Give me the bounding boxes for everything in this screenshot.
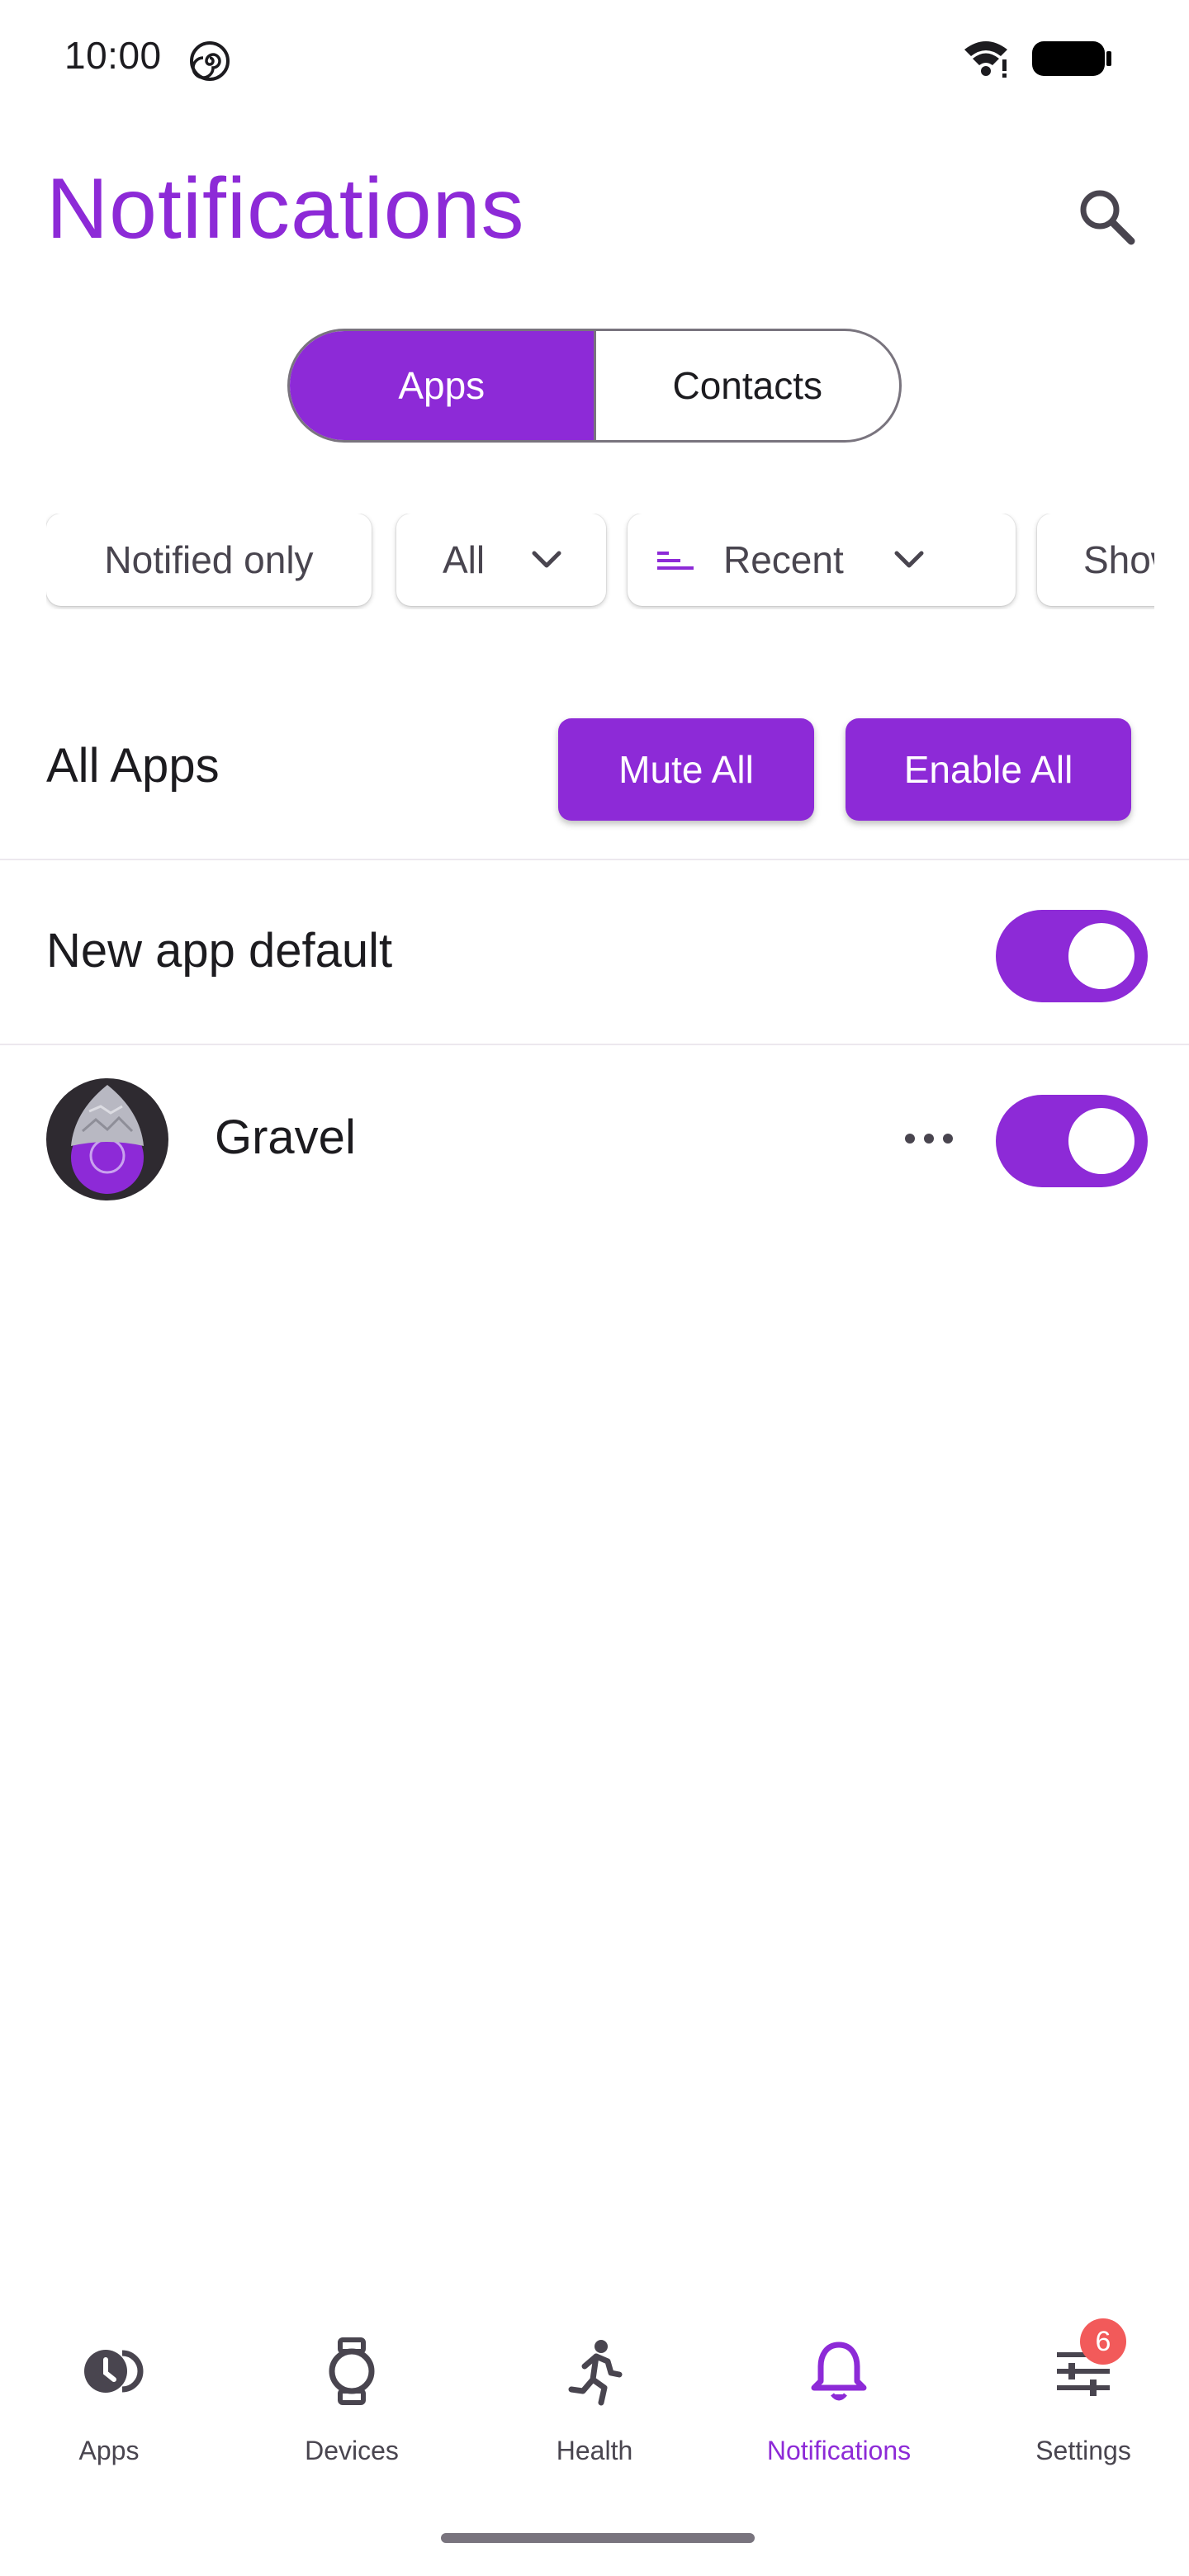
settings-icon-wrapper: 6 bbox=[1049, 2318, 1126, 2406]
new-app-default-toggle[interactable] bbox=[996, 910, 1148, 1002]
running-icon bbox=[568, 2340, 623, 2406]
toggle-knob bbox=[1068, 1108, 1135, 1174]
watch-icon bbox=[329, 2337, 375, 2405]
nav-item-notifications[interactable]: Notifications bbox=[732, 2328, 946, 2493]
nav-item-settings[interactable]: 6 Settings bbox=[976, 2318, 1189, 2493]
all-filter-dropdown[interactable]: All bbox=[396, 514, 606, 606]
segment-contacts[interactable]: Contacts bbox=[596, 331, 900, 440]
apps-contacts-segmented-control: Apps Contacts bbox=[287, 329, 902, 443]
app-name: Gravel bbox=[215, 1110, 356, 1164]
nav-label-settings: Settings bbox=[1035, 2436, 1131, 2465]
status-time: 10:00 bbox=[64, 34, 162, 77]
settings-badge: 6 bbox=[1080, 2318, 1126, 2365]
nav-label-health: Health bbox=[556, 2436, 633, 2465]
gravel-notifications-toggle[interactable] bbox=[996, 1095, 1148, 1187]
notified-only-chip[interactable]: Notified only bbox=[46, 514, 372, 606]
all-filter-label: All bbox=[443, 538, 486, 581]
nav-label-devices: Devices bbox=[305, 2436, 399, 2465]
more-options-icon[interactable] bbox=[900, 1118, 958, 1159]
new-app-default-label: New app default bbox=[46, 924, 393, 978]
tinfoil-hat-icon bbox=[71, 1085, 144, 1194]
battery-icon bbox=[1032, 41, 1111, 76]
bell-icon bbox=[811, 2342, 867, 2401]
all-apps-label: All Apps bbox=[46, 739, 220, 793]
home-indicator[interactable] bbox=[441, 2533, 755, 2543]
nav-label-notifications: Notifications bbox=[766, 2436, 912, 2465]
segment-apps[interactable]: Apps bbox=[290, 331, 596, 440]
chevron-down-icon bbox=[894, 551, 924, 568]
chevron-down-icon bbox=[532, 551, 561, 568]
notified-only-label: Notified only bbox=[104, 538, 314, 581]
divider bbox=[0, 1044, 1189, 1045]
search-icon[interactable] bbox=[1072, 182, 1143, 253]
gravel-app-avatar bbox=[46, 1078, 168, 1200]
enable-all-button[interactable]: Enable All bbox=[846, 718, 1131, 821]
sort-dropdown[interactable]: Recent bbox=[628, 514, 1016, 606]
apps-icon bbox=[84, 2350, 144, 2393]
bottom-navigation: Apps Devices Health Notifications 6 Sett… bbox=[0, 2318, 1189, 2493]
wifi-icon bbox=[964, 41, 1007, 78]
spiral-app-icon bbox=[190, 41, 230, 81]
sort-icon bbox=[657, 552, 694, 570]
toggle-knob bbox=[1068, 923, 1135, 989]
page-title: Notifications bbox=[46, 161, 525, 257]
nav-item-health[interactable]: Health bbox=[487, 2328, 702, 2493]
show-filter-chip[interactable]: Show s bbox=[1037, 514, 1154, 606]
nav-item-apps[interactable]: Apps bbox=[2, 2328, 216, 2493]
filter-chips-row: Notified only All Recent Show s bbox=[46, 514, 1154, 609]
sort-label: Recent bbox=[723, 538, 844, 581]
show-filter-label: Show s bbox=[1083, 538, 1154, 581]
nav-item-devices[interactable]: Devices bbox=[244, 2328, 459, 2493]
mute-all-button[interactable]: Mute All bbox=[558, 718, 814, 821]
nav-label-apps: Apps bbox=[78, 2436, 140, 2465]
divider bbox=[0, 859, 1189, 860]
